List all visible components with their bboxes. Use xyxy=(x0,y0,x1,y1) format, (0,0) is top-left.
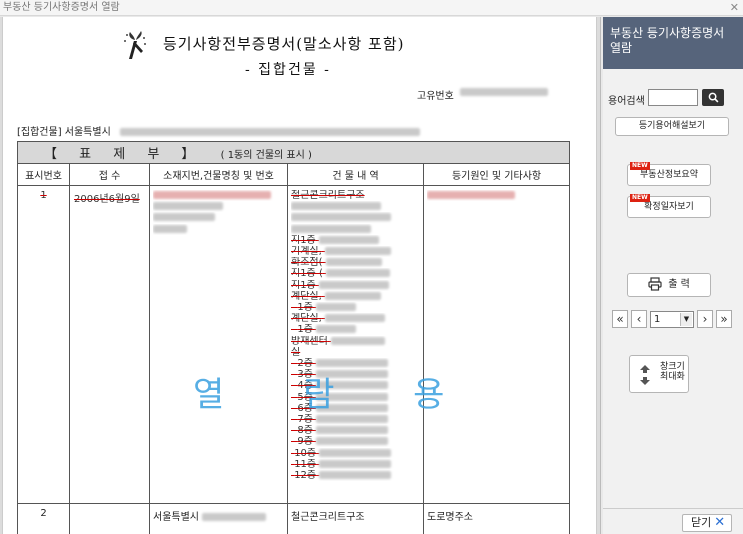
control-sidebar: 부동산 등기사항증명서 열람 용어검색 등기용어해설보기 NEW 부동산정보요약… xyxy=(603,17,743,534)
column-header: 소재지번,건물명칭 및 번호 xyxy=(149,163,288,186)
unique-number-redacted xyxy=(460,88,548,96)
unique-number-label: 고유번호 xyxy=(417,91,454,102)
detail-line: 12층 xyxy=(294,470,317,482)
divider xyxy=(603,508,743,509)
column-header: 등기원인 및 기타사항 xyxy=(422,163,571,186)
last-page-icon[interactable]: » xyxy=(716,310,732,328)
sidebar-title: 부동산 등기사항증명서 열람 xyxy=(603,17,743,69)
section-title: 【 표 제 부 】 xyxy=(44,147,204,162)
page-select-value: 1 xyxy=(654,313,661,325)
page-navigator: « ‹ 1 ▼ › » xyxy=(612,310,732,328)
detail-line: 8층 xyxy=(297,425,313,437)
window-title: 부동산 등기사항증명서 열람 xyxy=(3,2,120,13)
detail-line: 실 xyxy=(291,346,301,358)
section-header: 【 표 제 부 】 ( 1동의 건물의 표시 ) xyxy=(16,141,571,164)
detail-line: 11층 xyxy=(294,458,317,470)
printer-icon xyxy=(648,277,662,291)
register-table: 【 표 제 부 】 ( 1동의 건물의 표시 ) 표시번호 접 수 소재지번,건… xyxy=(16,141,571,534)
first-page-icon[interactable]: « xyxy=(612,310,628,328)
detail-line: 지1층 ( xyxy=(291,268,323,280)
close-button-label: 닫기 xyxy=(691,516,712,529)
search-button[interactable] xyxy=(702,89,724,106)
detail-line: 지1층 xyxy=(291,234,316,246)
chevron-down-icon: ▼ xyxy=(680,312,692,326)
court-emblem-icon xyxy=(124,31,146,59)
section-note: ( 1동의 건물의 표시 ) xyxy=(220,150,312,161)
next-page-icon[interactable]: › xyxy=(697,310,713,328)
column-header: 건 물 내 역 xyxy=(287,163,424,186)
row-number: 1 xyxy=(40,190,47,201)
detail-line: 9층 xyxy=(297,436,313,448)
view-only-watermark: 열 람 용 xyxy=(193,375,479,415)
prev-page-icon[interactable]: ‹ xyxy=(631,310,647,328)
column-header-row: 표시번호 접 수 소재지번,건물명칭 및 번호 건 물 내 역 등기원인 및 기… xyxy=(17,163,571,186)
building-address: [집합건물] 서울특별시 xyxy=(17,123,420,138)
search-icon xyxy=(708,92,718,103)
confirm-date-button[interactable]: NEW 확정일자보기 xyxy=(627,194,711,218)
print-label: 출 력 xyxy=(668,279,690,290)
detail-line: 기계실, xyxy=(291,246,322,258)
detail-line: 10층 xyxy=(294,447,317,459)
print-button[interactable]: 출 력 xyxy=(627,273,711,297)
maximize-window-label: 창크기 최대화 xyxy=(660,362,685,382)
document-viewer[interactable]: 등기사항전부증명서(말소사항 포함) - 집합건물 - 고유번호 [집합건물] … xyxy=(0,17,601,534)
column-header: 접 수 xyxy=(69,163,150,186)
new-badge: NEW xyxy=(630,162,650,170)
detail-line: 방재센터 xyxy=(291,335,328,347)
column-header: 표시번호 xyxy=(17,163,70,186)
document-page: 등기사항전부증명서(말소사항 포함) - 집합건물 - 고유번호 [집합건물] … xyxy=(2,17,597,534)
page-select[interactable]: 1 ▼ xyxy=(650,310,694,328)
detail-line: 화조점( xyxy=(291,257,323,269)
detail-line: 계단실, xyxy=(291,313,322,325)
search-label: 용어검색 xyxy=(608,96,645,107)
resize-arrows-icon xyxy=(640,365,650,385)
document-title: 등기사항전부증명서(말소사항 포함) xyxy=(163,35,405,53)
maximize-window-button[interactable]: 창크기 최대화 xyxy=(629,355,689,393)
property-summary-button[interactable]: NEW 부동산정보요약 xyxy=(627,162,711,186)
confirm-date-label: 확정일자보기 xyxy=(644,202,694,212)
detail-line: 계단실, xyxy=(291,290,322,302)
cause-text: 도로명주소 xyxy=(422,503,571,534)
building-details-2: 철근콘크리트구조 xyxy=(287,503,424,534)
close-icon: ✕ xyxy=(714,515,726,530)
close-button[interactable]: 닫기 ✕ xyxy=(682,514,732,532)
property-summary-label: 부동산정보요약 xyxy=(640,170,698,180)
detail-line: 철근콘크리트구조 xyxy=(291,190,365,201)
search-input[interactable] xyxy=(648,89,698,106)
table-row: 2 서울특별시 철근콘크리트구조 도로명주소 xyxy=(17,503,571,534)
glossary-button[interactable]: 등기용어해설보기 xyxy=(615,117,729,136)
window-titlebar: 부동산 등기사항증명서 열람 ✕ xyxy=(0,0,743,16)
receipt-date: 2006년6월9일 xyxy=(74,194,140,205)
location-text: 서울특별시 xyxy=(153,512,199,523)
detail-line: 지1층 xyxy=(291,279,316,291)
building-address-prefix: [집합건물] 서울특별시 xyxy=(17,127,111,138)
new-badge: NEW xyxy=(630,194,650,202)
building-address-redacted xyxy=(119,128,420,136)
receipt-date xyxy=(69,503,150,534)
detail-line: 1층 xyxy=(297,302,313,314)
location-redacted xyxy=(153,190,287,235)
document-subtitle: - 집합건물 - xyxy=(245,62,331,78)
row-number: 2 xyxy=(17,503,70,534)
window-close-icon[interactable]: ✕ xyxy=(730,0,739,15)
table-row: 1 2006년6월9일 철근콘크리트구조 지1층 기계실, 화조점(지1층 (… xyxy=(17,185,571,504)
cause-redacted xyxy=(427,190,569,201)
detail-line: 1층 xyxy=(297,324,313,336)
building-details: 철근콘크리트구조 지1층 기계실, 화조점( 지1층 ( 지1층 계단실, 1층… xyxy=(291,190,423,481)
